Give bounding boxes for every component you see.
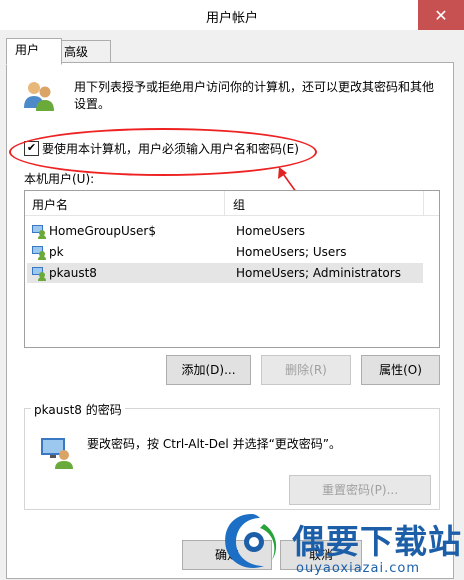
row-group: HomeUsers xyxy=(236,224,306,238)
column-separator[interactable] xyxy=(423,191,424,215)
watermark-url: ouyaoxiazai.com xyxy=(296,561,420,576)
watermark-logo xyxy=(225,514,277,568)
tab-users[interactable]: 用户 xyxy=(6,38,62,65)
users-icon xyxy=(24,82,54,111)
table-row[interactable]: HomeGroupUser$ HomeUsers xyxy=(27,221,423,241)
password-instructions: 要改密码，按 Ctrl-Alt-Del 并选择“更改密码”。 xyxy=(87,437,342,451)
user-icon xyxy=(32,246,46,260)
row-username: HomeGroupUser$ xyxy=(49,224,156,238)
user-icon xyxy=(32,225,46,239)
intro-description: 用下列表授予或拒绝用户访问你的计算机，还可以更改其密码和其他设置。 xyxy=(74,80,435,111)
row-username: pk xyxy=(49,245,64,259)
close-icon: ✕ xyxy=(434,5,448,25)
tab-panel-users: 用下列表授予或拒绝用户访问你的计算机，还可以更改其密码和其他设置。 ✔ 要使用本… xyxy=(6,62,454,579)
user-icon xyxy=(32,267,46,281)
add-button[interactable]: 添加(D)... xyxy=(166,355,251,385)
user-list-header: 用户名 组 xyxy=(25,191,439,216)
watermark-title: 偶要下载站 xyxy=(292,522,462,561)
password-group: pkaust8 的密码 要改密码，按 Ctrl-Alt-Del 并选择“更改密码… xyxy=(24,401,440,510)
window-title: 用户帐户 xyxy=(205,11,258,26)
column-separator[interactable] xyxy=(224,191,225,215)
properties-button[interactable]: 属性(O) xyxy=(361,355,440,385)
tab-advanced[interactable]: 高级 xyxy=(55,40,111,63)
close-button[interactable]: ✕ xyxy=(418,0,464,30)
local-users-label: 本机用户(U): xyxy=(24,172,95,186)
password-user-icon xyxy=(41,438,73,469)
user-list[interactable]: 用户名 组 HomeGroupUser$ HomeUsers pk HomeUs… xyxy=(24,190,440,348)
row-group: HomeUsers; Users xyxy=(236,245,347,259)
title-bar: 用户帐户 ✕ xyxy=(0,0,464,30)
row-username: pkaust8 xyxy=(49,266,97,280)
password-group-title: pkaust8 的密码 xyxy=(31,401,125,418)
remove-button[interactable]: 删除(R) xyxy=(261,355,351,385)
column-group[interactable]: 组 xyxy=(233,196,245,213)
table-row[interactable]: pk HomeUsers; Users xyxy=(27,242,423,262)
column-username[interactable]: 用户名 xyxy=(32,196,68,213)
row-group: HomeUsers; Administrators xyxy=(236,266,401,280)
table-row-selected[interactable]: pkaust8 HomeUsers; Administrators xyxy=(27,263,423,283)
reset-password-button[interactable]: 重置密码(P)... xyxy=(289,475,431,505)
